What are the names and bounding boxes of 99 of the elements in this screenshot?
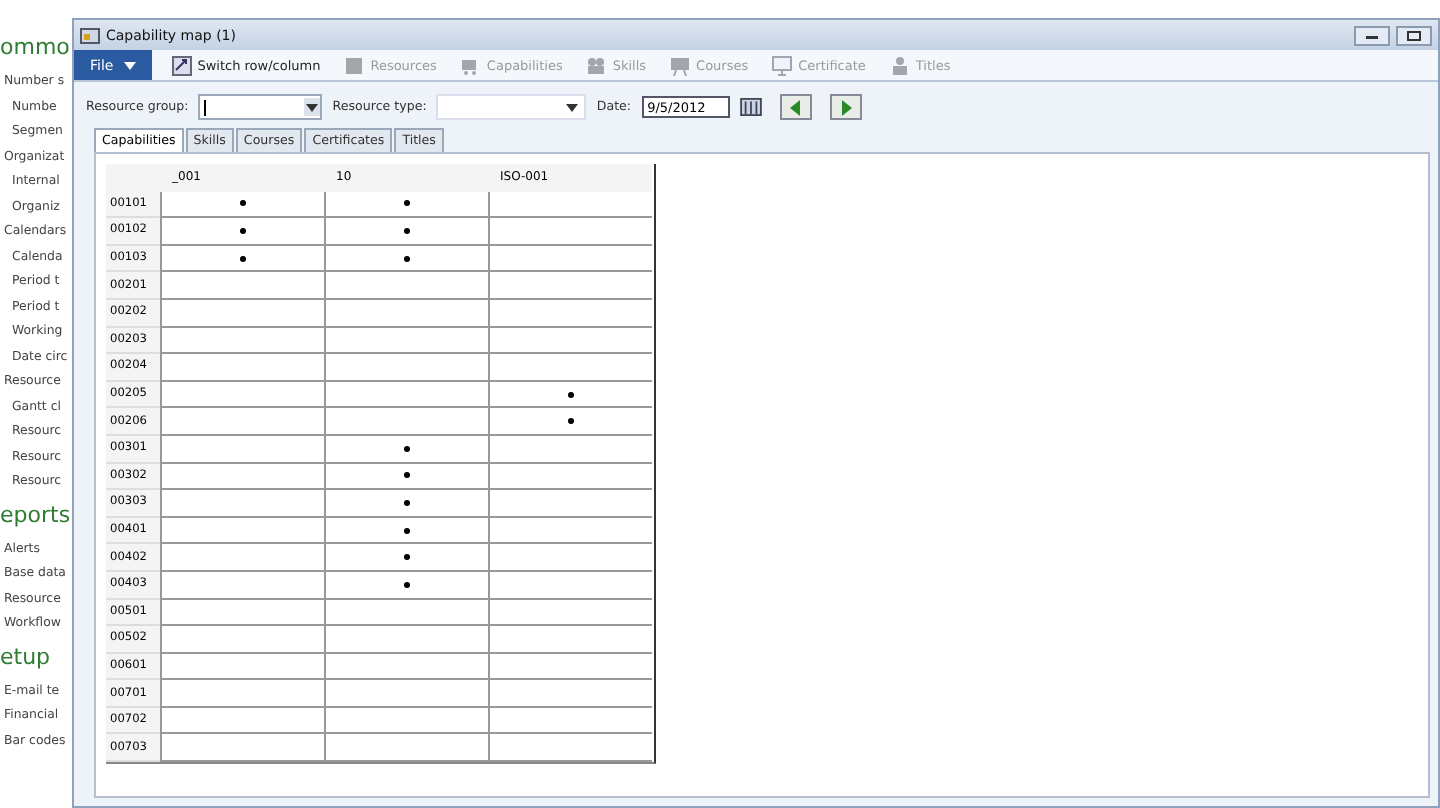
grid-cell[interactable] bbox=[488, 381, 652, 409]
dot-icon bbox=[404, 200, 410, 207]
grid-cell[interactable] bbox=[324, 354, 488, 382]
grid-cell[interactable] bbox=[324, 599, 488, 627]
caret-icon bbox=[566, 103, 579, 111]
section-heading: etup bbox=[0, 641, 53, 673]
dot-icon bbox=[240, 200, 246, 207]
people-icon bbox=[586, 55, 607, 75]
grid-cell[interactable] bbox=[160, 544, 324, 572]
square-icon bbox=[344, 55, 365, 75]
section-heading: eports bbox=[0, 499, 72, 531]
grid-cell[interactable] bbox=[324, 707, 488, 735]
grid-cell[interactable] bbox=[488, 680, 652, 708]
caret-icon bbox=[123, 61, 136, 69]
dot-icon bbox=[404, 255, 410, 262]
previous-button[interactable] bbox=[779, 94, 812, 120]
grid-cell[interactable] bbox=[160, 653, 324, 681]
grid-cell[interactable] bbox=[488, 544, 652, 572]
grid-cell[interactable] bbox=[160, 517, 324, 545]
app-icon bbox=[80, 25, 100, 45]
restore-icon bbox=[1404, 29, 1424, 41]
grid-cell[interactable] bbox=[488, 218, 652, 246]
dot-icon bbox=[404, 227, 410, 234]
grid-cell[interactable] bbox=[160, 435, 324, 464]
grid-cell[interactable] bbox=[488, 463, 652, 491]
dot-icon bbox=[404, 554, 410, 561]
dot-icon bbox=[404, 581, 410, 588]
grid-cell[interactable] bbox=[324, 191, 488, 219]
grid-cell[interactable] bbox=[160, 571, 324, 599]
restore-button[interactable] bbox=[1396, 25, 1432, 45]
grid-cell[interactable] bbox=[160, 408, 324, 436]
dot-icon bbox=[404, 445, 410, 452]
grid-cell[interactable] bbox=[324, 517, 488, 545]
swap-icon bbox=[171, 55, 192, 75]
grid-cell[interactable] bbox=[160, 381, 324, 409]
grid-cell[interactable] bbox=[160, 734, 324, 763]
minimize-button[interactable] bbox=[1354, 25, 1390, 45]
grid-cell[interactable] bbox=[160, 299, 324, 328]
grid-cell[interactable] bbox=[324, 272, 488, 300]
grid-cell[interactable] bbox=[160, 490, 324, 518]
grid-cell[interactable] bbox=[324, 626, 488, 654]
grid-cell[interactable] bbox=[488, 408, 652, 436]
grid-cell[interactable] bbox=[488, 707, 652, 735]
dot-icon bbox=[240, 255, 246, 262]
grid-cell[interactable] bbox=[324, 327, 488, 355]
dot-icon bbox=[240, 227, 246, 234]
dot-icon bbox=[404, 527, 410, 534]
grid-cell[interactable] bbox=[160, 272, 324, 300]
grid-cell[interactable] bbox=[324, 408, 488, 436]
grid-cell[interactable] bbox=[488, 571, 652, 599]
grid-cell[interactable] bbox=[324, 245, 488, 273]
dot-icon bbox=[568, 391, 574, 398]
grid-cell[interactable] bbox=[324, 218, 488, 246]
grid-cell[interactable] bbox=[324, 653, 488, 681]
monitor-icon bbox=[772, 55, 793, 75]
grid-cell[interactable] bbox=[160, 680, 324, 708]
calendar-icon[interactable] bbox=[739, 98, 762, 116]
cart-icon bbox=[460, 55, 481, 75]
grid-cell[interactable] bbox=[488, 299, 652, 328]
grid-cell[interactable] bbox=[488, 245, 652, 273]
grid-cell[interactable] bbox=[324, 463, 488, 491]
grid-cell[interactable] bbox=[488, 191, 652, 219]
grid-cell[interactable] bbox=[488, 517, 652, 545]
caret-icon bbox=[306, 103, 319, 111]
grid-cell[interactable] bbox=[488, 435, 652, 464]
grid-cell[interactable] bbox=[324, 490, 488, 518]
grid-cell[interactable] bbox=[160, 707, 324, 735]
grid-cell[interactable] bbox=[324, 435, 488, 464]
grid-cell[interactable] bbox=[488, 599, 652, 627]
dot-icon bbox=[404, 472, 410, 479]
grid-cell[interactable] bbox=[488, 490, 652, 518]
grid-cell[interactable] bbox=[488, 653, 652, 681]
grid-cell[interactable] bbox=[160, 191, 324, 219]
grid-cell[interactable] bbox=[324, 544, 488, 572]
easel-icon bbox=[670, 55, 691, 75]
grid-cell[interactable] bbox=[324, 680, 488, 708]
grid-cell[interactable] bbox=[160, 626, 324, 654]
grid-cell[interactable] bbox=[324, 571, 488, 599]
person-icon bbox=[889, 55, 910, 75]
section-heading: ommo bbox=[0, 32, 72, 64]
grid-cell[interactable] bbox=[488, 734, 652, 763]
next-button[interactable] bbox=[829, 94, 862, 120]
grid-cell[interactable] bbox=[160, 245, 324, 273]
grid-cell[interactable] bbox=[488, 626, 652, 654]
left-arrow-icon bbox=[785, 97, 806, 117]
grid-cell[interactable] bbox=[324, 381, 488, 409]
grid-cell[interactable] bbox=[160, 327, 324, 355]
grid-cell[interactable] bbox=[160, 463, 324, 491]
dot-icon bbox=[404, 499, 410, 506]
dot-icon bbox=[568, 418, 574, 425]
grid-cell[interactable] bbox=[160, 218, 324, 246]
grid-cell[interactable] bbox=[488, 272, 652, 300]
resource-group-dropdown[interactable] bbox=[198, 94, 323, 120]
grid-cell[interactable] bbox=[160, 599, 324, 627]
grid-cell[interactable] bbox=[488, 327, 652, 355]
grid-cell[interactable] bbox=[488, 354, 652, 382]
grid-cell[interactable] bbox=[160, 354, 324, 382]
grid-cell[interactable] bbox=[324, 299, 488, 328]
grid-cell[interactable] bbox=[324, 734, 488, 763]
